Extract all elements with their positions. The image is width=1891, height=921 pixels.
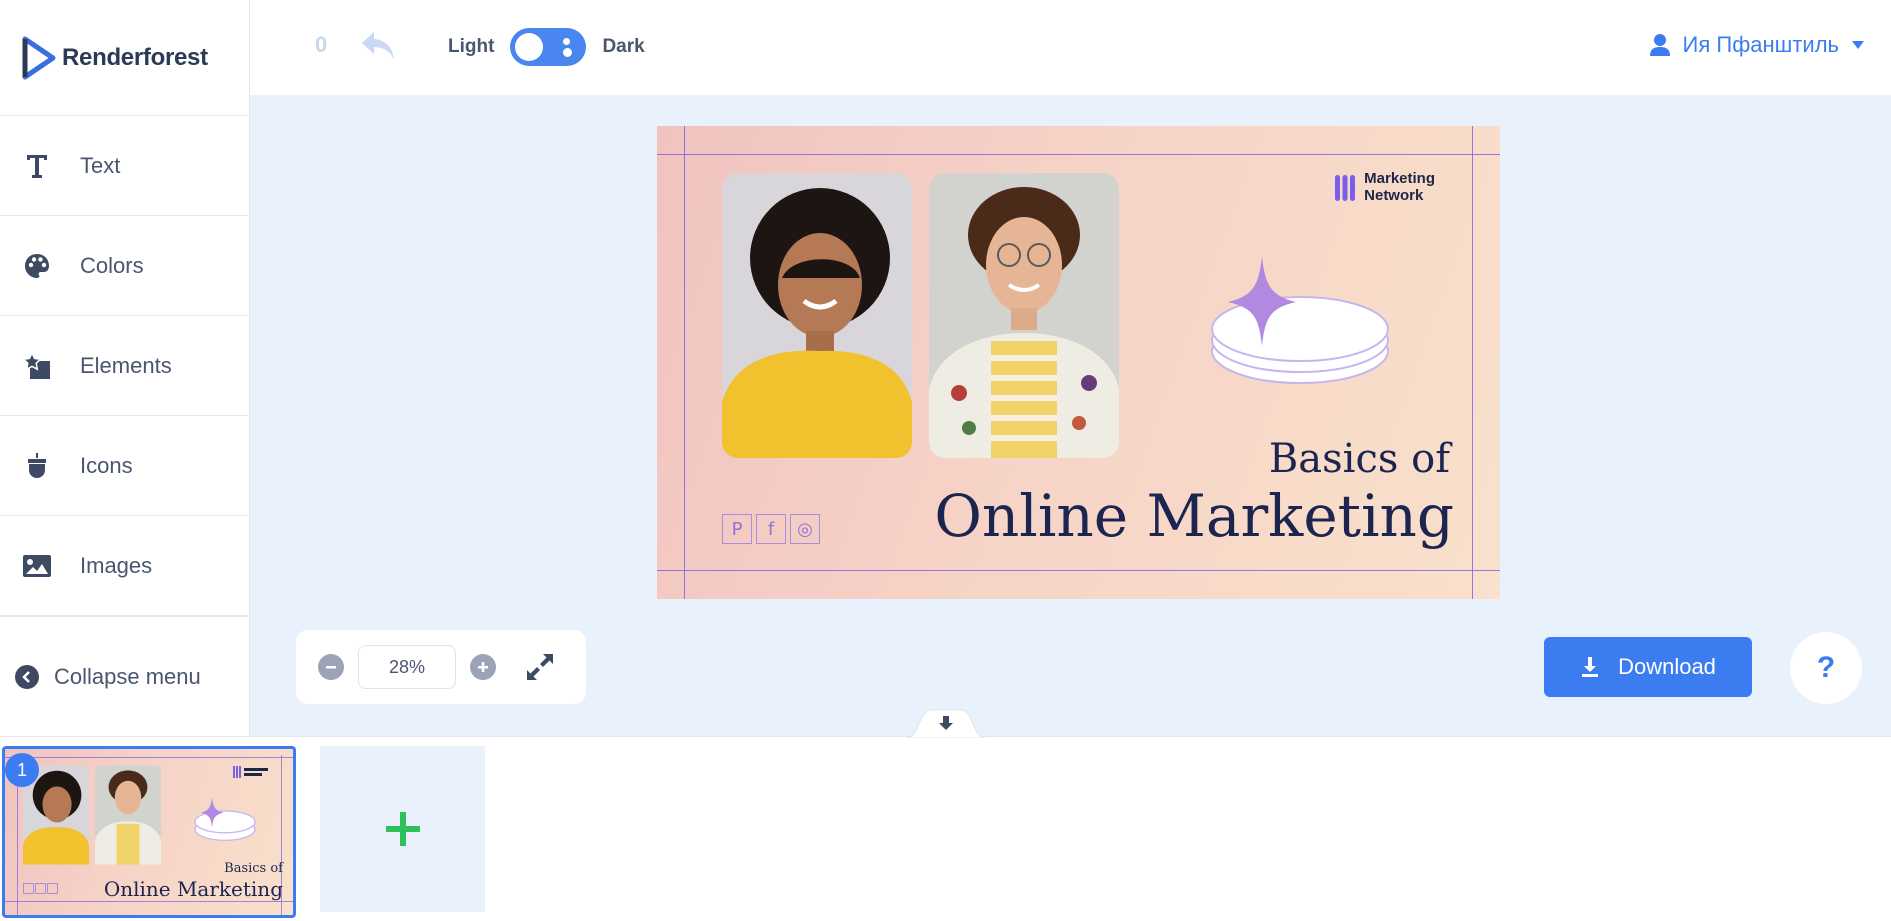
plus-icon bbox=[478, 662, 488, 672]
minus-icon bbox=[326, 666, 336, 669]
image-icon bbox=[22, 551, 52, 581]
acorn-icon bbox=[22, 451, 52, 481]
sidebar-item-text[interactable]: Text bbox=[0, 116, 249, 216]
sidebar-item-label: Colors bbox=[80, 252, 144, 278]
guide-line bbox=[657, 570, 1500, 571]
thumb-headline-small: Basics of bbox=[224, 861, 283, 876]
zoom-in-button[interactable] bbox=[470, 654, 496, 680]
sidebar-item-label: Images bbox=[80, 552, 153, 578]
fullscreen-icon[interactable] bbox=[524, 651, 556, 683]
undo-icon[interactable] bbox=[358, 28, 398, 64]
toggle-knob bbox=[515, 33, 544, 61]
undo-count: 0 bbox=[315, 32, 328, 57]
chevron-left-circle-icon bbox=[15, 664, 39, 689]
headline-small[interactable]: Basics of bbox=[1269, 436, 1450, 482]
thumb-mn-logo bbox=[233, 766, 268, 778]
collapse-menu-label: Collapse menu bbox=[54, 663, 201, 689]
theme-dark-label: Dark bbox=[602, 36, 645, 57]
facebook-icon[interactable]: f bbox=[756, 514, 786, 544]
pinterest-icon[interactable]: P bbox=[722, 514, 752, 544]
theme-switcher: Light Dark bbox=[448, 28, 645, 66]
thumb-photo-man bbox=[95, 765, 161, 865]
woman-portrait-image bbox=[722, 173, 912, 458]
sidebar-item-images[interactable]: Images bbox=[0, 516, 249, 616]
sidebar-item-elements[interactable]: Elements bbox=[0, 316, 249, 416]
theme-toggle[interactable] bbox=[510, 28, 587, 66]
zoom-level[interactable]: 28% bbox=[358, 645, 456, 689]
zoom-out-button[interactable] bbox=[318, 654, 344, 680]
thumb-social-icons bbox=[23, 883, 58, 894]
renderforest-logo-icon bbox=[22, 36, 56, 79]
collapse-menu-button[interactable]: Collapse menu bbox=[0, 616, 249, 736]
user-menu[interactable]: Ия Пфанштиль bbox=[1649, 32, 1865, 58]
strip-toggle-tab[interactable] bbox=[906, 708, 986, 738]
sparkle-discs-illustration[interactable] bbox=[1202, 256, 1392, 391]
sidebar-item-label: Text bbox=[80, 152, 121, 178]
help-button[interactable]: ? bbox=[1790, 632, 1862, 704]
sidebar-item-label: Elements bbox=[80, 352, 172, 378]
download-button[interactable]: Download bbox=[1544, 637, 1752, 697]
mn-logo-icon bbox=[1335, 174, 1356, 201]
guide-line bbox=[684, 126, 685, 599]
download-icon bbox=[1582, 657, 1599, 677]
marketing-network-logo[interactable]: Marketing Network bbox=[1334, 170, 1435, 204]
headline-large[interactable]: Online Marketing bbox=[934, 482, 1454, 550]
sidebar-item-colors[interactable]: Colors bbox=[0, 216, 249, 316]
palette-icon bbox=[22, 251, 52, 281]
slide-canvas[interactable]: Marketing Network P f ◎ Basics of Online… bbox=[657, 126, 1500, 599]
sidebar: Renderforest Text Colors Elements Icons … bbox=[0, 0, 250, 736]
slide-number-badge: 1 bbox=[5, 753, 39, 787]
guide-line bbox=[657, 154, 1500, 155]
photo-woman[interactable] bbox=[722, 173, 912, 458]
guide-line bbox=[5, 757, 293, 758]
guide-line bbox=[1472, 126, 1473, 599]
guide-line bbox=[5, 901, 293, 902]
caret-down-icon bbox=[1852, 41, 1864, 49]
sidebar-item-icons[interactable]: Icons bbox=[0, 416, 249, 516]
add-slide-button[interactable] bbox=[320, 746, 485, 912]
brand-text: Marketing Network bbox=[1364, 170, 1435, 204]
user-name: Ия Пфанштиль bbox=[1682, 32, 1839, 57]
thumb-sparkle-discs bbox=[194, 797, 256, 841]
user-icon bbox=[1649, 34, 1670, 56]
theme-light-label: Light bbox=[448, 36, 495, 57]
thumb-headline-large: Online Marketing bbox=[103, 877, 283, 901]
toggle-dot bbox=[563, 38, 571, 45]
social-icons: P f ◎ bbox=[722, 514, 820, 544]
top-bar: 0 Light Dark Ия Пфанштиль bbox=[250, 0, 1891, 95]
brand-line2: Network bbox=[1364, 186, 1424, 204]
photo-man[interactable] bbox=[929, 173, 1119, 458]
brand-name: Renderforest bbox=[62, 43, 208, 71]
zoom-controls: 28% bbox=[296, 630, 586, 704]
text-icon bbox=[22, 151, 52, 181]
brand-line1: Marketing bbox=[1364, 170, 1435, 187]
man-portrait-image bbox=[929, 173, 1119, 458]
elements-icon bbox=[22, 350, 52, 381]
logo[interactable]: Renderforest bbox=[0, 0, 249, 116]
toggle-dot bbox=[563, 48, 573, 57]
slide-thumbnail[interactable]: Basics of Online Marketing bbox=[2, 746, 296, 918]
instagram-icon[interactable]: ◎ bbox=[790, 514, 820, 544]
plus-icon bbox=[385, 812, 420, 846]
download-label: Download bbox=[1618, 654, 1716, 679]
sidebar-item-label: Icons bbox=[80, 452, 133, 478]
